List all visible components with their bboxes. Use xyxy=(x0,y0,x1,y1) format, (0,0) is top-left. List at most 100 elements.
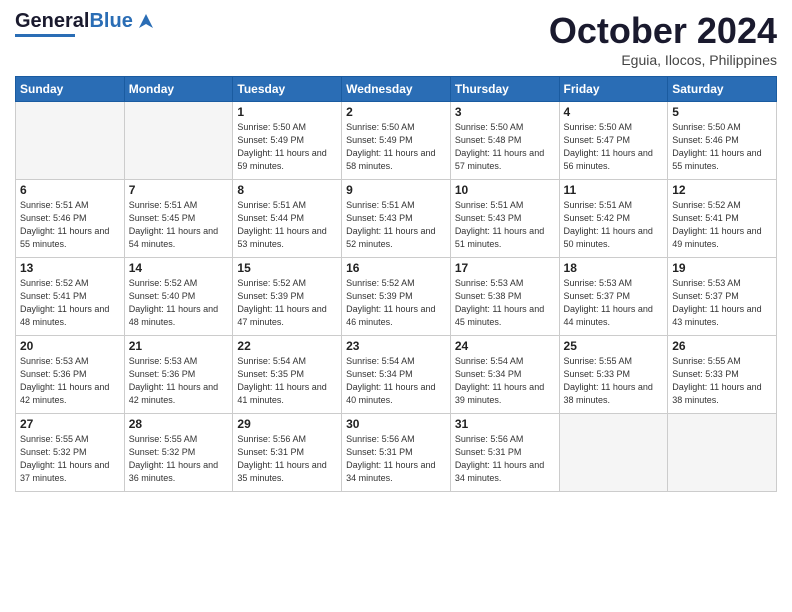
day-info: Sunrise: 5:55 AMSunset: 5:33 PMDaylight:… xyxy=(564,355,664,407)
day-info: Sunrise: 5:53 AMSunset: 5:38 PMDaylight:… xyxy=(455,277,555,329)
day-info: Sunrise: 5:55 AMSunset: 5:32 PMDaylight:… xyxy=(129,433,229,485)
day-number: 17 xyxy=(455,261,555,275)
day-info: Sunrise: 5:51 AMSunset: 5:43 PMDaylight:… xyxy=(455,199,555,251)
day-number: 30 xyxy=(346,417,446,431)
day-info: Sunrise: 5:54 AMSunset: 5:34 PMDaylight:… xyxy=(346,355,446,407)
day-cell: 8 Sunrise: 5:51 AMSunset: 5:44 PMDayligh… xyxy=(233,180,342,258)
day-number: 20 xyxy=(20,339,120,353)
day-number: 16 xyxy=(346,261,446,275)
day-cell: 18 Sunrise: 5:53 AMSunset: 5:37 PMDaylig… xyxy=(559,258,668,336)
day-cell: 24 Sunrise: 5:54 AMSunset: 5:34 PMDaylig… xyxy=(450,336,559,414)
day-info: Sunrise: 5:54 AMSunset: 5:34 PMDaylight:… xyxy=(455,355,555,407)
day-info: Sunrise: 5:53 AMSunset: 5:36 PMDaylight:… xyxy=(129,355,229,407)
day-cell: 29 Sunrise: 5:56 AMSunset: 5:31 PMDaylig… xyxy=(233,414,342,492)
logo: GeneralBlue xyxy=(15,10,157,37)
day-cell xyxy=(559,414,668,492)
day-cell: 3 Sunrise: 5:50 AMSunset: 5:48 PMDayligh… xyxy=(450,102,559,180)
header-row: Sunday Monday Tuesday Wednesday Thursday… xyxy=(16,77,777,102)
day-info: Sunrise: 5:52 AMSunset: 5:40 PMDaylight:… xyxy=(129,277,229,329)
week-row-2: 6 Sunrise: 5:51 AMSunset: 5:46 PMDayligh… xyxy=(16,180,777,258)
day-cell: 30 Sunrise: 5:56 AMSunset: 5:31 PMDaylig… xyxy=(342,414,451,492)
day-number: 26 xyxy=(672,339,772,353)
col-sunday: Sunday xyxy=(16,77,125,102)
day-cell: 22 Sunrise: 5:54 AMSunset: 5:35 PMDaylig… xyxy=(233,336,342,414)
day-number: 19 xyxy=(672,261,772,275)
month-title: October 2024 xyxy=(549,10,777,52)
day-cell: 28 Sunrise: 5:55 AMSunset: 5:32 PMDaylig… xyxy=(124,414,233,492)
day-number: 9 xyxy=(346,183,446,197)
calendar-table: Sunday Monday Tuesday Wednesday Thursday… xyxy=(15,76,777,492)
day-info: Sunrise: 5:51 AMSunset: 5:46 PMDaylight:… xyxy=(20,199,120,251)
day-number: 24 xyxy=(455,339,555,353)
day-info: Sunrise: 5:50 AMSunset: 5:46 PMDaylight:… xyxy=(672,121,772,173)
day-cell xyxy=(124,102,233,180)
day-number: 1 xyxy=(237,105,337,119)
day-number: 13 xyxy=(20,261,120,275)
day-cell: 10 Sunrise: 5:51 AMSunset: 5:43 PMDaylig… xyxy=(450,180,559,258)
day-number: 29 xyxy=(237,417,337,431)
day-number: 2 xyxy=(346,105,446,119)
day-number: 8 xyxy=(237,183,337,197)
day-info: Sunrise: 5:55 AMSunset: 5:32 PMDaylight:… xyxy=(20,433,120,485)
day-number: 22 xyxy=(237,339,337,353)
col-wednesday: Wednesday xyxy=(342,77,451,102)
week-row-1: 1 Sunrise: 5:50 AMSunset: 5:49 PMDayligh… xyxy=(16,102,777,180)
day-cell: 16 Sunrise: 5:52 AMSunset: 5:39 PMDaylig… xyxy=(342,258,451,336)
day-number: 3 xyxy=(455,105,555,119)
week-row-5: 27 Sunrise: 5:55 AMSunset: 5:32 PMDaylig… xyxy=(16,414,777,492)
col-tuesday: Tuesday xyxy=(233,77,342,102)
day-cell: 1 Sunrise: 5:50 AMSunset: 5:49 PMDayligh… xyxy=(233,102,342,180)
day-info: Sunrise: 5:51 AMSunset: 5:44 PMDaylight:… xyxy=(237,199,337,251)
day-info: Sunrise: 5:53 AMSunset: 5:37 PMDaylight:… xyxy=(564,277,664,329)
day-number: 11 xyxy=(564,183,664,197)
day-number: 6 xyxy=(20,183,120,197)
day-info: Sunrise: 5:51 AMSunset: 5:42 PMDaylight:… xyxy=(564,199,664,251)
day-cell: 5 Sunrise: 5:50 AMSunset: 5:46 PMDayligh… xyxy=(668,102,777,180)
day-info: Sunrise: 5:52 AMSunset: 5:41 PMDaylight:… xyxy=(672,199,772,251)
logo-general: General xyxy=(15,10,89,32)
day-cell: 13 Sunrise: 5:52 AMSunset: 5:41 PMDaylig… xyxy=(16,258,125,336)
col-monday: Monday xyxy=(124,77,233,102)
day-cell: 4 Sunrise: 5:50 AMSunset: 5:47 PMDayligh… xyxy=(559,102,668,180)
day-number: 12 xyxy=(672,183,772,197)
day-info: Sunrise: 5:51 AMSunset: 5:43 PMDaylight:… xyxy=(346,199,446,251)
day-number: 28 xyxy=(129,417,229,431)
col-friday: Friday xyxy=(559,77,668,102)
day-cell: 11 Sunrise: 5:51 AMSunset: 5:42 PMDaylig… xyxy=(559,180,668,258)
day-cell: 12 Sunrise: 5:52 AMSunset: 5:41 PMDaylig… xyxy=(668,180,777,258)
day-number: 27 xyxy=(20,417,120,431)
day-info: Sunrise: 5:54 AMSunset: 5:35 PMDaylight:… xyxy=(237,355,337,407)
day-info: Sunrise: 5:52 AMSunset: 5:39 PMDaylight:… xyxy=(346,277,446,329)
logo-icon xyxy=(135,10,157,32)
day-number: 31 xyxy=(455,417,555,431)
day-cell: 26 Sunrise: 5:55 AMSunset: 5:33 PMDaylig… xyxy=(668,336,777,414)
col-saturday: Saturday xyxy=(668,77,777,102)
day-number: 7 xyxy=(129,183,229,197)
day-cell: 27 Sunrise: 5:55 AMSunset: 5:32 PMDaylig… xyxy=(16,414,125,492)
day-info: Sunrise: 5:56 AMSunset: 5:31 PMDaylight:… xyxy=(237,433,337,485)
day-number: 21 xyxy=(129,339,229,353)
day-number: 15 xyxy=(237,261,337,275)
day-cell: 20 Sunrise: 5:53 AMSunset: 5:36 PMDaylig… xyxy=(16,336,125,414)
day-number: 25 xyxy=(564,339,664,353)
day-cell: 31 Sunrise: 5:56 AMSunset: 5:31 PMDaylig… xyxy=(450,414,559,492)
day-number: 23 xyxy=(346,339,446,353)
day-cell: 21 Sunrise: 5:53 AMSunset: 5:36 PMDaylig… xyxy=(124,336,233,414)
day-number: 5 xyxy=(672,105,772,119)
day-cell: 7 Sunrise: 5:51 AMSunset: 5:45 PMDayligh… xyxy=(124,180,233,258)
day-cell: 15 Sunrise: 5:52 AMSunset: 5:39 PMDaylig… xyxy=(233,258,342,336)
day-info: Sunrise: 5:50 AMSunset: 5:48 PMDaylight:… xyxy=(455,121,555,173)
day-info: Sunrise: 5:55 AMSunset: 5:33 PMDaylight:… xyxy=(672,355,772,407)
week-row-3: 13 Sunrise: 5:52 AMSunset: 5:41 PMDaylig… xyxy=(16,258,777,336)
day-cell: 23 Sunrise: 5:54 AMSunset: 5:34 PMDaylig… xyxy=(342,336,451,414)
title-section: October 2024 Eguia, Ilocos, Philippines xyxy=(549,10,777,68)
day-cell: 25 Sunrise: 5:55 AMSunset: 5:33 PMDaylig… xyxy=(559,336,668,414)
day-number: 10 xyxy=(455,183,555,197)
location: Eguia, Ilocos, Philippines xyxy=(549,52,777,68)
day-cell: 14 Sunrise: 5:52 AMSunset: 5:40 PMDaylig… xyxy=(124,258,233,336)
day-info: Sunrise: 5:50 AMSunset: 5:49 PMDaylight:… xyxy=(346,121,446,173)
day-cell: 19 Sunrise: 5:53 AMSunset: 5:37 PMDaylig… xyxy=(668,258,777,336)
day-info: Sunrise: 5:52 AMSunset: 5:39 PMDaylight:… xyxy=(237,277,337,329)
day-number: 4 xyxy=(564,105,664,119)
day-info: Sunrise: 5:50 AMSunset: 5:49 PMDaylight:… xyxy=(237,121,337,173)
